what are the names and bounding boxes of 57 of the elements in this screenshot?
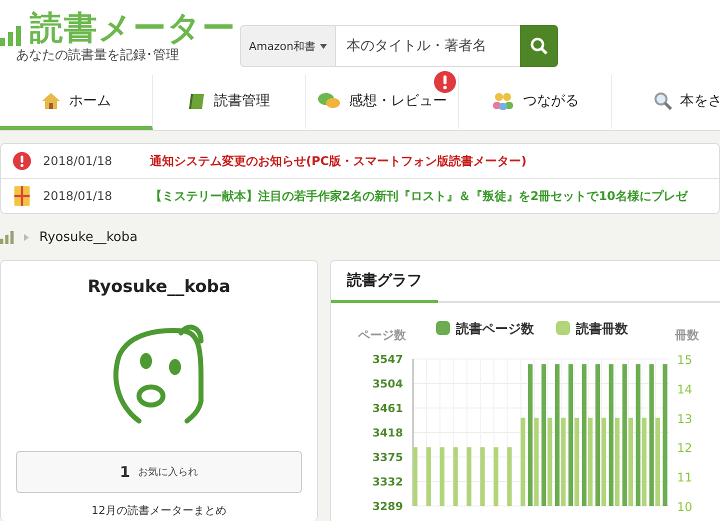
axis-tick-label: 3289: [372, 500, 403, 513]
bar-chart-icon: [0, 230, 14, 244]
axis-tick-label: 10: [677, 500, 692, 513]
axis-tick-label: 12: [677, 441, 692, 456]
tagline: あなたの読書量を記録･管理: [16, 47, 180, 64]
axis-tick-label: 3547: [372, 353, 403, 366]
people-icon: [491, 92, 515, 110]
caret-icon: [320, 44, 328, 48]
axis-tick-label: 3332: [372, 476, 403, 488]
bar: [494, 447, 498, 506]
bar: [453, 447, 458, 506]
legend-label: 読書ページ数: [456, 322, 534, 337]
bar: [507, 447, 512, 506]
axis-tick-label: 3461: [372, 402, 403, 415]
bar: [412, 447, 418, 506]
book-icon: [188, 92, 206, 110]
axis-tick-label: 14: [677, 382, 692, 396]
axis-title: 冊数: [675, 328, 699, 342]
legend-swatch: [556, 321, 570, 335]
notice-date: 2018/01/18: [43, 154, 114, 168]
exclamation-icon: [13, 152, 31, 170]
axis-title: ページ数: [358, 328, 406, 342]
graph-tab[interactable]: 読書グラフ: [331, 261, 438, 303]
gift-icon: [13, 185, 31, 207]
chevron-icon: [24, 234, 30, 240]
speech-bubbles-icon: [317, 92, 341, 110]
axis-tick-label: 3504: [372, 378, 403, 390]
search-icon: [654, 92, 672, 110]
axis-tick-label: 15: [677, 353, 692, 367]
notice-link[interactable]: 通知システム変更のお知らせ(PC版・スマートフォン版読書メーター): [150, 152, 527, 170]
bar: [480, 447, 485, 506]
house-icon: [41, 92, 61, 110]
summary-link[interactable]: 12月の読書メーターまとめ: [92, 503, 226, 518]
favorites-button[interactable]: 1 お気に入られ: [16, 451, 302, 493]
bar: [426, 447, 431, 506]
breadcrumb-link[interactable]: Ryosuke__koba: [39, 230, 138, 244]
legend-label: 読書冊数: [576, 322, 628, 337]
search-button[interactable]: [520, 25, 558, 67]
search-field[interactable]: 本のタイトル・著者名: [336, 25, 520, 67]
user-name: Ryosuke__koba: [88, 277, 230, 297]
nav-tab[interactable]: 感想・レビュー: [306, 75, 459, 130]
bar: [466, 447, 472, 506]
bar-chart-icon: [0, 26, 22, 46]
axis-tick-label: 3375: [372, 451, 403, 464]
axis-tick-label: 13: [677, 412, 692, 426]
notice-date: 2018/01/18: [43, 189, 114, 203]
nav-tab[interactable]: 読書管理: [153, 75, 306, 130]
legend-swatch: [436, 321, 450, 335]
nav-tab[interactable]: つながる: [459, 75, 612, 130]
nav-tab[interactable]: 本をさ: [612, 75, 720, 130]
axis-tick-label: 3418: [372, 426, 403, 440]
nav-tab[interactable]: ホーム: [0, 75, 153, 130]
bar: [440, 447, 444, 506]
axis-tick-label: 11: [677, 470, 692, 485]
notice-link[interactable]: 【ミステリー献本】注目の若手作家2名の新刊『ロスト』＆『叛徒』を2冊セットで10名様にプレゼ: [150, 188, 688, 204]
search-icon: [530, 37, 548, 55]
search-scope-dropdown[interactable]: Amazon和書: [240, 25, 336, 67]
